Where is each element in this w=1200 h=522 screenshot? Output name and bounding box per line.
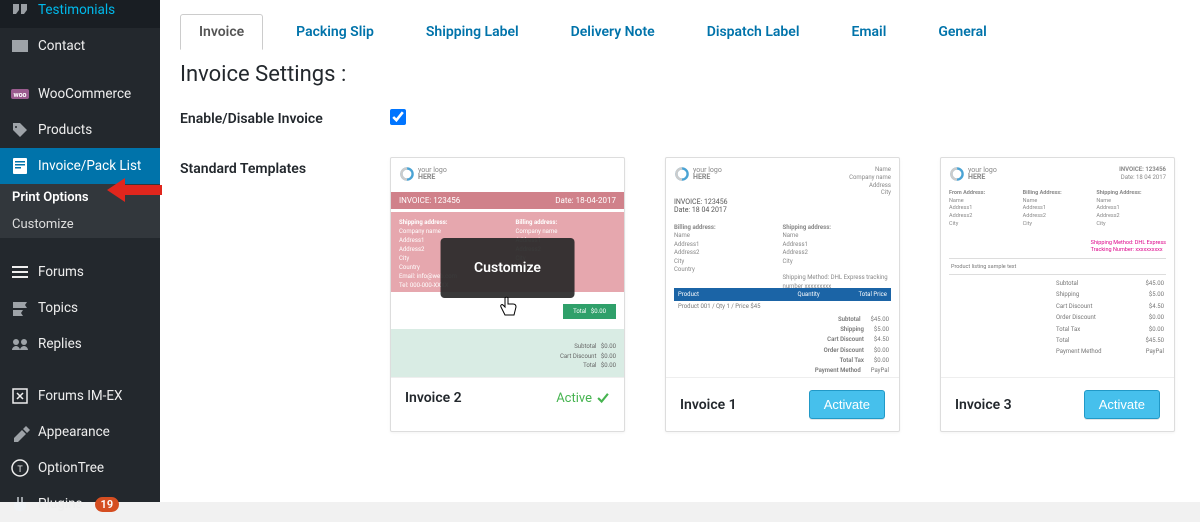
- main-content: Invoice Packing Slip Shipping Label Deli…: [160, 0, 1200, 502]
- tab-label: Dispatch Label: [707, 24, 800, 40]
- plugins-icon: [10, 494, 30, 514]
- topics-icon: [10, 298, 30, 318]
- products-icon: [10, 120, 30, 140]
- sidebar-item-label: Products: [38, 122, 92, 138]
- logo-icon: [399, 166, 415, 182]
- sidebar-item-topics[interactable]: Topics: [0, 290, 160, 326]
- tab-label: Packing Slip: [296, 24, 374, 40]
- sidebar-item-label: Testimonials: [38, 2, 115, 18]
- logo-icon: [674, 166, 690, 182]
- sidebar-item-optiontree[interactable]: T OptionTree: [0, 450, 160, 486]
- sidebar-item-label: Replies: [38, 336, 82, 352]
- customize-overlay-button[interactable]: Customize: [440, 238, 575, 298]
- sidebar-item-forums[interactable]: Forums: [0, 254, 160, 290]
- sidebar-item-plugins[interactable]: Plugins 19: [0, 486, 160, 522]
- tab-shipping-label[interactable]: Shipping Label: [407, 14, 538, 50]
- tab-email[interactable]: Email: [832, 14, 905, 50]
- tab-dispatch-label[interactable]: Dispatch Label: [688, 14, 819, 50]
- sidebar-sub-label: Customize: [12, 217, 74, 232]
- activate-button[interactable]: Activate: [1084, 390, 1160, 419]
- tab-general[interactable]: General: [919, 14, 1005, 50]
- sidebar-item-appearance[interactable]: Appearance: [0, 414, 160, 450]
- template-card-invoice-3[interactable]: your logoHERE INVOICE: 123456 Date: 18 0…: [940, 157, 1175, 432]
- sidebar-item-contact[interactable]: Contact: [0, 28, 160, 64]
- sidebar-item-label: Forums IM-EX: [38, 388, 123, 404]
- activate-button[interactable]: Activate: [809, 390, 885, 419]
- template-name: Invoice 1: [680, 397, 737, 413]
- template-cards: your logoHERE INVOICE: 123456 Date: 18-0…: [390, 157, 1175, 432]
- sidebar-item-woocommerce[interactable]: woo WooCommerce: [0, 76, 160, 112]
- button-label: Activate: [1099, 397, 1145, 412]
- admin-sidebar: Testimonials Contact woo WooCommerce Pro…: [0, 0, 160, 502]
- sidebar-item-products[interactable]: Products: [0, 112, 160, 148]
- logo-icon: [949, 166, 965, 182]
- invoice-icon: [10, 156, 30, 176]
- sidebar-sub-label: Print Options: [12, 190, 89, 205]
- forums-icon: [10, 262, 30, 282]
- customize-label: Customize: [474, 260, 541, 276]
- button-label: Activate: [824, 397, 870, 412]
- sidebar-item-label: Contact: [38, 38, 85, 54]
- tab-invoice[interactable]: Invoice: [180, 14, 263, 50]
- check-icon: [596, 391, 610, 405]
- template-card-invoice-2[interactable]: your logoHERE INVOICE: 123456 Date: 18-0…: [390, 157, 625, 432]
- plugins-update-badge: 19: [95, 497, 120, 512]
- template-preview: your logoHERE NameCompany nameAddressCit…: [666, 158, 899, 378]
- sidebar-item-label: Plugins: [38, 496, 83, 512]
- tab-label: General: [938, 24, 986, 40]
- sidebar-item-forums-imex[interactable]: Forums IM-EX: [0, 378, 160, 414]
- sidebar-item-label: Appearance: [38, 424, 110, 440]
- quote-icon: [10, 0, 30, 20]
- woocommerce-icon: woo: [10, 84, 30, 104]
- tab-label: Delivery Note: [571, 24, 655, 40]
- mail-icon: [10, 36, 30, 56]
- standard-templates-row: Standard Templates your logoHERE INVOICE…: [180, 157, 1180, 432]
- sidebar-item-label: Topics: [38, 300, 78, 316]
- sidebar-item-label: WooCommerce: [38, 86, 131, 102]
- template-preview: your logoHERE INVOICE: 123456 Date: 18 0…: [941, 158, 1174, 378]
- sidebar-item-testimonials[interactable]: Testimonials: [0, 0, 160, 28]
- sidebar-item-label: Invoice/Pack List: [38, 158, 141, 174]
- template-card-invoice-1[interactable]: your logoHERE NameCompany nameAddressCit…: [665, 157, 900, 432]
- sidebar-item-replies[interactable]: Replies: [0, 326, 160, 362]
- tab-packing-slip[interactable]: Packing Slip: [277, 14, 393, 50]
- template-active-badge: Active: [556, 391, 610, 406]
- enable-invoice-checkbox[interactable]: [390, 109, 406, 125]
- template-name: Invoice 3: [955, 397, 1012, 413]
- setting-label: Standard Templates: [180, 157, 390, 177]
- svg-text:woo: woo: [13, 91, 26, 99]
- svg-text:T: T: [17, 465, 23, 475]
- appearance-icon: [10, 422, 30, 442]
- setting-label: Enable/Disable Invoice: [180, 109, 390, 127]
- optiontree-icon: T: [10, 458, 30, 478]
- settings-tabs: Invoice Packing Slip Shipping Label Deli…: [180, 14, 1180, 50]
- template-preview: your logoHERE INVOICE: 123456 Date: 18-0…: [391, 158, 624, 378]
- sidebar-item-invoice-pack-list[interactable]: Invoice/Pack List: [0, 148, 160, 184]
- import-export-icon: [10, 386, 30, 406]
- tab-delivery-note[interactable]: Delivery Note: [552, 14, 674, 50]
- replies-icon: [10, 334, 30, 354]
- sidebar-item-label: Forums: [38, 264, 84, 280]
- page-title: Invoice Settings :: [180, 62, 1180, 87]
- sidebar-sub-customize[interactable]: Customize: [0, 211, 160, 238]
- cursor-hand-icon: [498, 296, 518, 323]
- sidebar-item-label: OptionTree: [38, 460, 104, 476]
- setting-enable-invoice: Enable/Disable Invoice: [180, 109, 1180, 129]
- tab-label: Shipping Label: [426, 24, 519, 40]
- template-name: Invoice 2: [405, 390, 462, 406]
- tab-label: Invoice: [199, 24, 244, 40]
- tab-label: Email: [851, 24, 886, 40]
- sidebar-sub-print-options[interactable]: Print Options: [0, 184, 160, 211]
